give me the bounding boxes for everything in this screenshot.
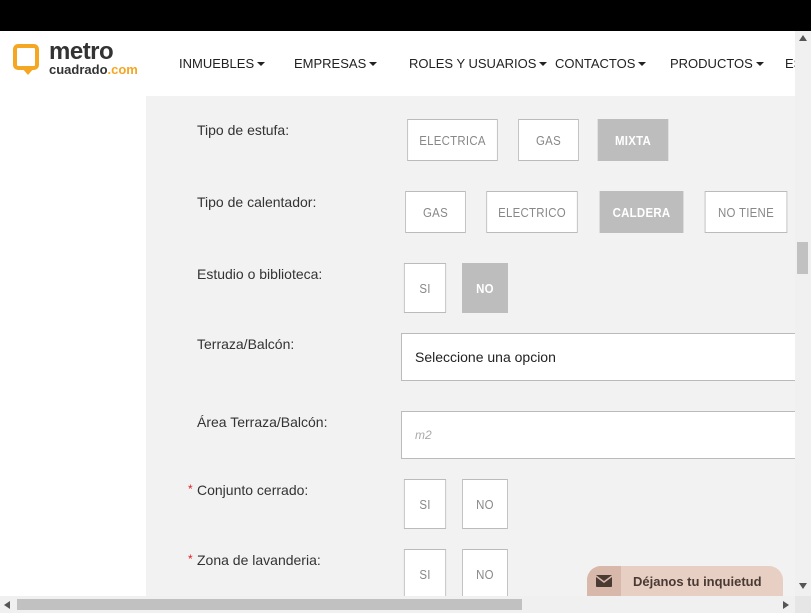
required-mark: * — [188, 552, 193, 566]
calentador-no-tiene-option[interactable]: NO TIENE — [704, 191, 788, 233]
nav-inmuebles[interactable]: INMUEBLES — [179, 31, 266, 96]
metrocuadrado-logo[interactable]: metro cuadrado.com — [13, 38, 153, 84]
lavanderia-si-option[interactable]: SI — [403, 549, 447, 596]
required-mark: * — [188, 482, 193, 496]
chat-widget[interactable]: Déjanos tu inquietud — [587, 566, 783, 596]
scroll-up-icon[interactable] — [799, 35, 807, 41]
lavanderia-label: Zona de lavanderia: — [197, 552, 321, 568]
terraza-select[interactable]: Seleccione una opcion — [401, 333, 795, 381]
caret-down-icon — [257, 61, 266, 66]
scroll-left-icon[interactable] — [4, 601, 10, 609]
browser-top-bar — [0, 0, 811, 31]
estufa-label: Tipo de estufa: — [197, 122, 290, 138]
calentador-electrico-option[interactable]: ELECTRICO — [486, 191, 578, 233]
estudio-si-option[interactable]: SI — [403, 263, 447, 313]
estudio-label: Estudio o biblioteca: — [197, 266, 323, 282]
nav-empresas[interactable]: EMPRESAS — [294, 31, 378, 96]
area-terraza-input[interactable]: m2 — [401, 411, 795, 459]
property-form: Tipo de estufa: ELECTRICA GAS MIXTA Tipo… — [146, 96, 795, 596]
nav-roles-usuarios[interactable]: ROLES Y USUARIOS — [409, 31, 548, 96]
logo-speech-icon — [13, 44, 39, 75]
conjunto-label: Conjunto cerrado: — [197, 482, 309, 498]
caret-down-icon — [369, 61, 378, 66]
scrollbar-corner — [795, 596, 811, 613]
chat-label: Déjanos tu inquietud — [633, 573, 762, 589]
terraza-label: Terraza/Balcón: — [197, 336, 295, 352]
caret-down-icon — [539, 61, 548, 66]
site-header: metro cuadrado.com INMUEBLES EMPRESAS RO… — [0, 31, 795, 96]
envelope-icon — [587, 566, 621, 596]
calentador-gas-option[interactable]: GAS — [405, 191, 466, 233]
calentador-caldera-option[interactable]: CALDERA — [599, 191, 684, 233]
scroll-down-icon[interactable] — [799, 583, 807, 589]
nav-contactos[interactable]: CONTACTOS — [555, 31, 647, 96]
estufa-mixta-option[interactable]: MIXTA — [597, 119, 669, 161]
scroll-right-icon[interactable] — [783, 601, 789, 609]
lavanderia-no-option[interactable]: NO — [462, 549, 508, 596]
estufa-electrica-option[interactable]: ELECTRICA — [407, 119, 498, 161]
estufa-gas-option[interactable]: GAS — [518, 119, 579, 161]
horizontal-scroll-thumb[interactable] — [17, 599, 522, 610]
conjunto-si-option[interactable]: SI — [403, 479, 447, 529]
caret-down-icon — [638, 61, 647, 66]
area-terraza-label: Área Terraza/Balcón: — [197, 414, 328, 430]
estudio-no-option[interactable]: NO — [462, 263, 508, 313]
nav-es[interactable]: ES — [785, 31, 795, 96]
caret-down-icon — [755, 61, 764, 66]
sidebar — [0, 96, 146, 596]
calentador-label: Tipo de calentador: — [197, 194, 317, 210]
vertical-scroll-thumb[interactable] — [797, 242, 808, 274]
logo-text-cuadrado: cuadrado.com — [49, 62, 138, 77]
conjunto-no-option[interactable]: NO — [462, 479, 508, 529]
vertical-scrollbar[interactable] — [795, 31, 811, 596]
nav-productos[interactable]: PRODUCTOS — [670, 31, 764, 96]
horizontal-scrollbar[interactable] — [0, 596, 795, 613]
